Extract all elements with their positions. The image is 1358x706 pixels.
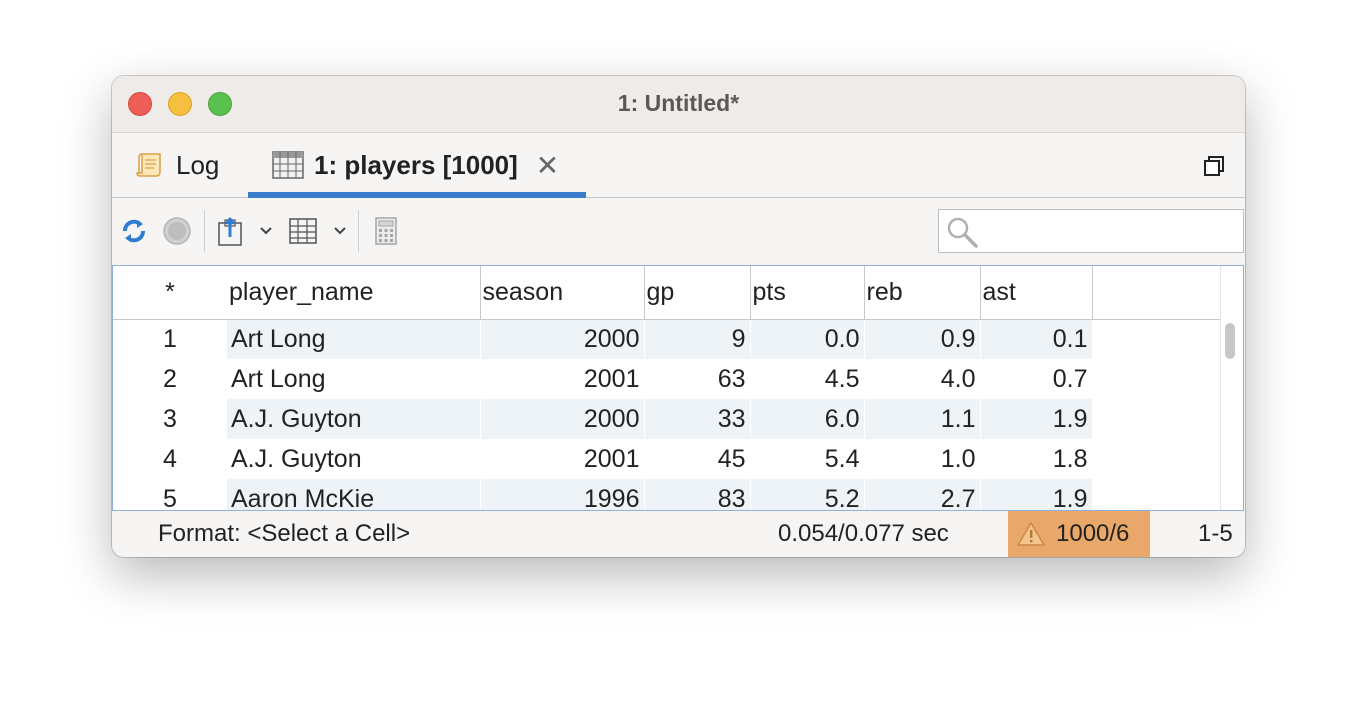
row-index[interactable]: 4 (113, 439, 227, 479)
cell-player-name[interactable]: A.J. Guyton (227, 439, 481, 479)
cell-ast[interactable]: 1.9 (980, 479, 1093, 510)
format-status: Format: <Select a Cell> (158, 520, 411, 547)
table-icon (272, 151, 304, 179)
cell-player-name[interactable]: Art Long (227, 319, 481, 359)
export-icon[interactable] (216, 198, 246, 264)
empty-cell (1092, 479, 1224, 510)
cell-season[interactable]: 2000 (480, 399, 645, 439)
chevron-down-icon[interactable] (332, 198, 348, 264)
toolbar (112, 198, 1245, 264)
calculator-icon[interactable] (374, 198, 398, 264)
row-index[interactable]: 2 (113, 359, 227, 399)
table-view-icon[interactable] (288, 198, 318, 264)
row-index[interactable]: 1 (113, 319, 227, 359)
column-header[interactable]: player_name (227, 266, 481, 320)
empty-cell (1092, 439, 1224, 479)
column-header[interactable]: season (480, 266, 645, 320)
cell-ast[interactable]: 0.1 (980, 319, 1093, 359)
cell-reb[interactable]: 1.0 (864, 439, 981, 479)
cell-gp[interactable]: 63 (644, 359, 751, 399)
cell-reb[interactable]: 1.1 (864, 399, 981, 439)
timing-status: 0.054/0.077 sec (778, 520, 949, 547)
table-row[interactable]: 2 Art Long 2001 63 4.5 4.0 0.7 (113, 359, 1224, 399)
log-icon (136, 151, 166, 179)
tab-players-label: 1: players [1000] (314, 149, 518, 180)
tab-players[interactable]: 1: players [1000] ✕ (248, 133, 586, 198)
chevron-down-icon[interactable] (258, 198, 274, 264)
dimensions-text: 1000/6 (1056, 520, 1130, 547)
cell-season[interactable]: 2000 (480, 319, 645, 359)
row-range-status: 1-5 (1198, 520, 1233, 547)
restore-window-icon[interactable] (1203, 155, 1225, 182)
window-title: 1: Untitled* (617, 90, 740, 116)
table-row[interactable]: 5 Aaron McKie 1996 83 5.2 2.7 1.9 (113, 479, 1224, 510)
dimensions-badge[interactable]: 1000/6 (1008, 511, 1150, 557)
title-bar: 1: Untitled* (112, 76, 1245, 133)
cell-ast[interactable]: 1.9 (980, 399, 1093, 439)
cell-season[interactable]: 2001 (480, 439, 645, 479)
cell-player-name[interactable]: A.J. Guyton (227, 399, 481, 439)
cell-pts[interactable]: 5.2 (750, 479, 865, 510)
row-index[interactable]: 5 (113, 479, 227, 510)
cell-ast[interactable]: 1.8 (980, 439, 1093, 479)
cell-pts[interactable]: 5.4 (750, 439, 865, 479)
tab-log[interactable]: Log (136, 133, 219, 197)
stop-icon[interactable] (162, 198, 192, 264)
cell-gp[interactable]: 33 (644, 399, 751, 439)
tab-log-label: Log (176, 149, 220, 180)
cell-reb[interactable]: 2.7 (864, 479, 981, 510)
app-window: 1: Untitled* Log 1: players [1000] ✕ * p… (112, 76, 1245, 557)
refresh-icon[interactable] (120, 198, 148, 264)
empty-cell (1092, 399, 1224, 439)
column-header[interactable]: reb (864, 266, 981, 320)
table-row[interactable]: 4 A.J. Guyton 2001 45 5.4 1.0 1.8 (113, 439, 1224, 479)
cell-gp[interactable]: 9 (644, 319, 751, 359)
cell-pts[interactable]: 4.5 (750, 359, 865, 399)
cell-reb[interactable]: 4.0 (864, 359, 981, 399)
warning-icon (1016, 521, 1046, 547)
cell-pts[interactable]: 6.0 (750, 399, 865, 439)
cell-player-name[interactable]: Aaron McKie (227, 479, 481, 510)
cell-player-name[interactable]: Art Long (227, 359, 481, 399)
cell-pts[interactable]: 0.0 (750, 319, 865, 359)
table-row[interactable]: 3 A.J. Guyton 2000 33 6.0 1.1 1.9 (113, 399, 1224, 439)
scrollbar-thumb[interactable] (1225, 323, 1235, 359)
empty-column-header (1092, 266, 1224, 320)
cell-season[interactable]: 2001 (480, 359, 645, 399)
close-icon[interactable]: ✕ (536, 149, 559, 182)
empty-cell (1092, 359, 1224, 399)
data-grid: * player_name season gp pts reb ast 1 Ar… (112, 265, 1244, 511)
search-input[interactable] (938, 209, 1244, 253)
column-header[interactable]: gp (644, 266, 751, 320)
empty-cell (1092, 319, 1224, 359)
status-bar: Format: <Select a Cell> 0.054/0.077 sec … (112, 511, 1245, 557)
cell-season[interactable]: 1996 (480, 479, 645, 510)
column-header[interactable]: ast (980, 266, 1093, 320)
row-index[interactable]: 3 (113, 399, 227, 439)
cell-gp[interactable]: 83 (644, 479, 751, 510)
corner-header[interactable]: * (113, 266, 227, 320)
column-header[interactable]: pts (750, 266, 865, 320)
data-table: * player_name season gp pts reb ast 1 Ar… (113, 266, 1224, 510)
cell-ast[interactable]: 0.7 (980, 359, 1093, 399)
cell-gp[interactable]: 45 (644, 439, 751, 479)
tab-bar: Log 1: players [1000] ✕ (112, 133, 1245, 198)
vertical-scrollbar[interactable] (1220, 266, 1243, 510)
table-row[interactable]: 1 Art Long 2000 9 0.0 0.9 0.1 (113, 319, 1224, 359)
cell-reb[interactable]: 0.9 (864, 319, 981, 359)
